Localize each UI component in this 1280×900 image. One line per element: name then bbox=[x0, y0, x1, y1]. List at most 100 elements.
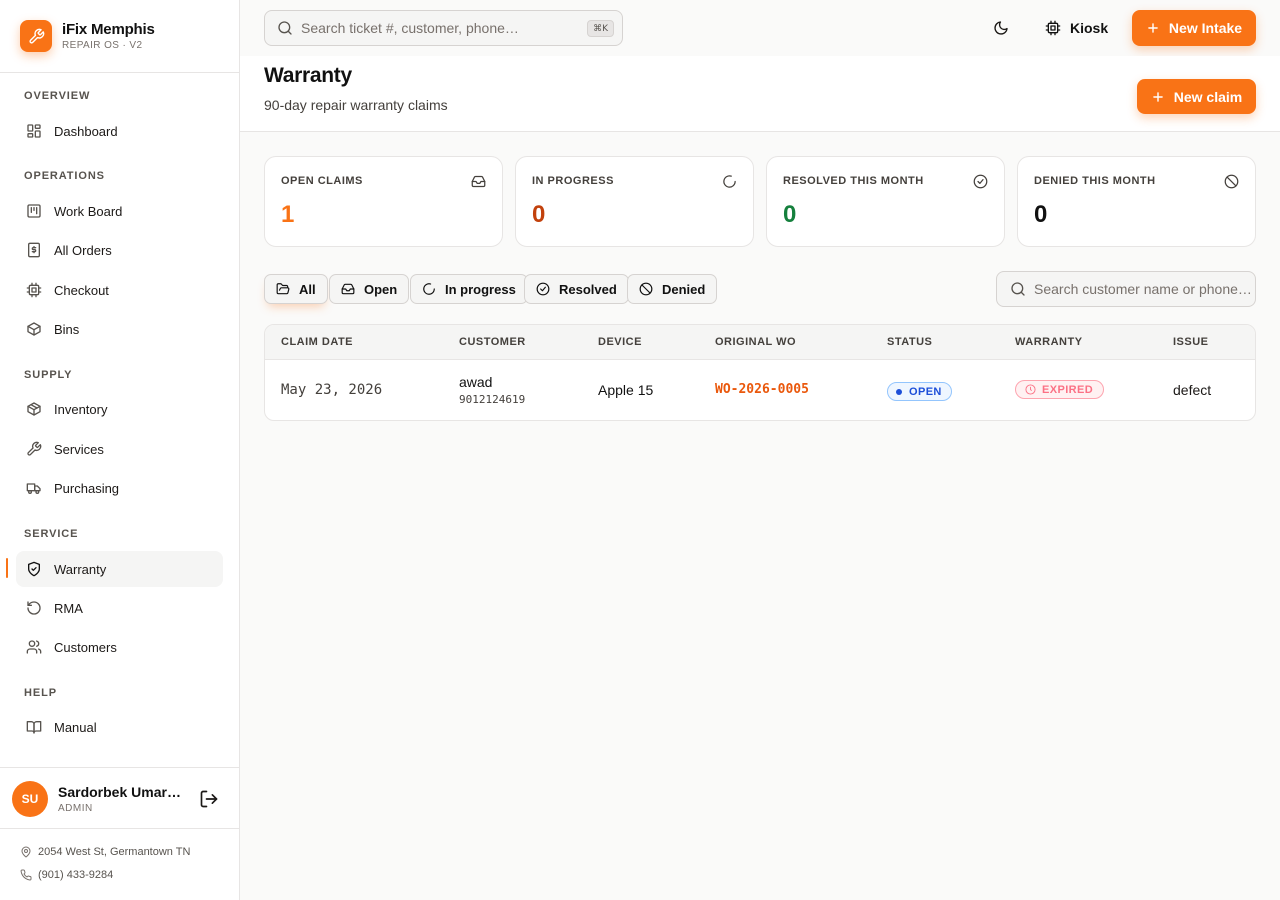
claim-date: May 23, 2026 bbox=[281, 382, 383, 398]
table-row[interactable]: May 23, 2026 awad 9012124619 Apple 15 WO… bbox=[265, 360, 1255, 420]
column-header-claim-date[interactable]: CLAIM DATE bbox=[281, 336, 353, 348]
sidebar-item-purchasing[interactable]: Purchasing bbox=[16, 470, 223, 506]
new-claim-label: New claim bbox=[1173, 88, 1243, 105]
claims-search[interactable] bbox=[996, 271, 1256, 307]
stat-label: RESOLVED THIS MONTH bbox=[783, 175, 924, 187]
brand-name: iFix Memphis bbox=[62, 21, 155, 38]
avatar[interactable]: SU bbox=[12, 781, 48, 817]
table-header: CLAIM DATE CUSTOMER DEVICE ORIGINAL WO S… bbox=[265, 325, 1255, 360]
sidebar-item-customers[interactable]: Customers bbox=[16, 629, 223, 665]
filter-in-progress[interactable]: In progress bbox=[410, 274, 528, 304]
column-header-customer[interactable]: CUSTOMER bbox=[459, 336, 526, 348]
cpu-icon bbox=[26, 282, 42, 298]
ban-icon bbox=[639, 282, 653, 296]
sidebar-item-rma[interactable]: RMA bbox=[16, 590, 223, 626]
stat-label: OPEN CLAIMS bbox=[281, 175, 363, 187]
filter-all[interactable]: All bbox=[264, 274, 328, 304]
column-header-status[interactable]: STATUS bbox=[887, 336, 932, 348]
new-claim-button[interactable]: New claim bbox=[1137, 79, 1256, 114]
claims-table: CLAIM DATE CUSTOMER DEVICE ORIGINAL WO S… bbox=[264, 324, 1256, 421]
stat-value: 0 bbox=[1034, 201, 1048, 228]
address-text: 2054 West St, Germantown TN bbox=[38, 846, 191, 858]
sidebar-item-label: RMA bbox=[54, 600, 83, 616]
sidebar-item-checkout[interactable]: Checkout bbox=[16, 272, 223, 308]
inbox-icon bbox=[471, 175, 486, 188]
sidebar-item-warranty[interactable]: Warranty bbox=[16, 551, 223, 587]
map-pin-icon bbox=[21, 846, 31, 858]
receipt-dollar-icon bbox=[28, 242, 40, 258]
column-header-device[interactable]: DEVICE bbox=[598, 336, 642, 348]
global-search-input[interactable] bbox=[301, 20, 571, 36]
section-label-help: HELP bbox=[24, 687, 57, 699]
filter-label: All bbox=[299, 281, 316, 297]
sidebar-item-label: Purchasing bbox=[54, 480, 120, 496]
column-header-issue[interactable]: ISSUE bbox=[1173, 336, 1209, 348]
claims-search-input[interactable] bbox=[1034, 281, 1250, 297]
active-indicator bbox=[6, 558, 8, 578]
sidebar-item-dashboard[interactable]: Dashboard bbox=[16, 113, 223, 149]
filter-denied[interactable]: Denied bbox=[627, 274, 718, 304]
customer-name: awad bbox=[459, 374, 493, 390]
sidebar-item-label: Warranty bbox=[54, 561, 107, 577]
warranty-badge: EXPIRED bbox=[1015, 380, 1105, 399]
sidebar-item-all-orders[interactable]: All Orders bbox=[16, 232, 223, 268]
section-label-service: SERVICE bbox=[24, 528, 79, 540]
global-search[interactable]: ⌘K bbox=[264, 10, 623, 46]
logout-icon[interactable] bbox=[199, 789, 219, 809]
sidebar-item-label: Manual bbox=[54, 719, 97, 735]
stat-value: 0 bbox=[783, 201, 797, 228]
plus-icon bbox=[1148, 23, 1158, 33]
user-profile: SU Sardorbek Umarov ADMIN bbox=[0, 767, 239, 829]
status-text: OPEN bbox=[909, 385, 942, 398]
stat-value: 0 bbox=[532, 201, 546, 228]
user-name: Sardorbek Umarov bbox=[58, 784, 183, 800]
sidebar-item-label: Services bbox=[54, 441, 104, 457]
sidebar-item-label: Work Board bbox=[54, 203, 123, 219]
brand-subtitle: REPAIR OS · V2 bbox=[62, 40, 143, 51]
page-header: Warranty 90-day repair warranty claims N… bbox=[240, 56, 1280, 132]
page-subtitle: 90-day repair warranty claims bbox=[264, 97, 448, 113]
filter-open[interactable]: Open bbox=[329, 274, 410, 304]
kiosk-button[interactable]: Kiosk bbox=[1045, 18, 1108, 38]
sidebar-item-manual[interactable]: Manual bbox=[16, 709, 223, 745]
page-title: Warranty bbox=[264, 64, 352, 87]
user-role: ADMIN bbox=[58, 803, 93, 814]
moon-icon[interactable] bbox=[990, 17, 1012, 39]
sidebar-item-bins[interactable]: Bins bbox=[16, 311, 223, 347]
stat-label: DENIED THIS MONTH bbox=[1034, 175, 1156, 187]
store-address: 2054 West St, Germantown TN bbox=[20, 846, 190, 858]
kanban-icon bbox=[27, 204, 41, 218]
stat-label: IN PROGRESS bbox=[532, 175, 614, 187]
filter-label: Open bbox=[364, 281, 398, 297]
check-circle-icon bbox=[973, 174, 988, 189]
column-header-warranty[interactable]: WARRANTY bbox=[1015, 336, 1083, 348]
search-icon bbox=[1011, 282, 1025, 296]
filter-resolved[interactable]: Resolved bbox=[524, 274, 629, 304]
stat-card-resolved: RESOLVED THIS MONTH 0 bbox=[766, 156, 1005, 247]
truck-icon bbox=[26, 483, 41, 494]
clock-icon bbox=[1025, 384, 1036, 395]
search-icon bbox=[278, 21, 292, 35]
sidebar-item-inventory[interactable]: Inventory bbox=[16, 391, 223, 427]
original-wo-link[interactable]: WO-2026-0005 bbox=[715, 382, 809, 397]
column-header-original-wo[interactable]: ORIGINAL WO bbox=[715, 336, 796, 348]
sidebar-item-work-board[interactable]: Work Board bbox=[16, 193, 223, 229]
inbox-icon bbox=[341, 283, 355, 295]
wrench-icon bbox=[27, 441, 42, 456]
stat-card-open-claims: OPEN CLAIMS 1 bbox=[264, 156, 503, 247]
sidebar-item-label: Bins bbox=[54, 321, 80, 337]
phone-text: (901) 433-9284 bbox=[38, 869, 114, 881]
rotate-ccw-icon bbox=[27, 601, 41, 615]
section-label-overview: OVERVIEW bbox=[24, 90, 91, 102]
warranty-text: EXPIRED bbox=[1042, 383, 1094, 396]
wrench-logo-icon bbox=[20, 20, 52, 52]
new-intake-button[interactable]: New Intake bbox=[1132, 10, 1256, 46]
device: Apple 15 bbox=[598, 382, 654, 398]
book-open-icon bbox=[26, 721, 42, 734]
sidebar-item-services[interactable]: Services bbox=[16, 431, 223, 467]
sidebar-item-label: Checkout bbox=[54, 282, 109, 298]
kiosk-label: Kiosk bbox=[1070, 20, 1109, 36]
new-intake-label: New Intake bbox=[1168, 20, 1243, 36]
customer-phone: 9012124619 bbox=[459, 393, 526, 406]
box-icon bbox=[27, 322, 41, 336]
